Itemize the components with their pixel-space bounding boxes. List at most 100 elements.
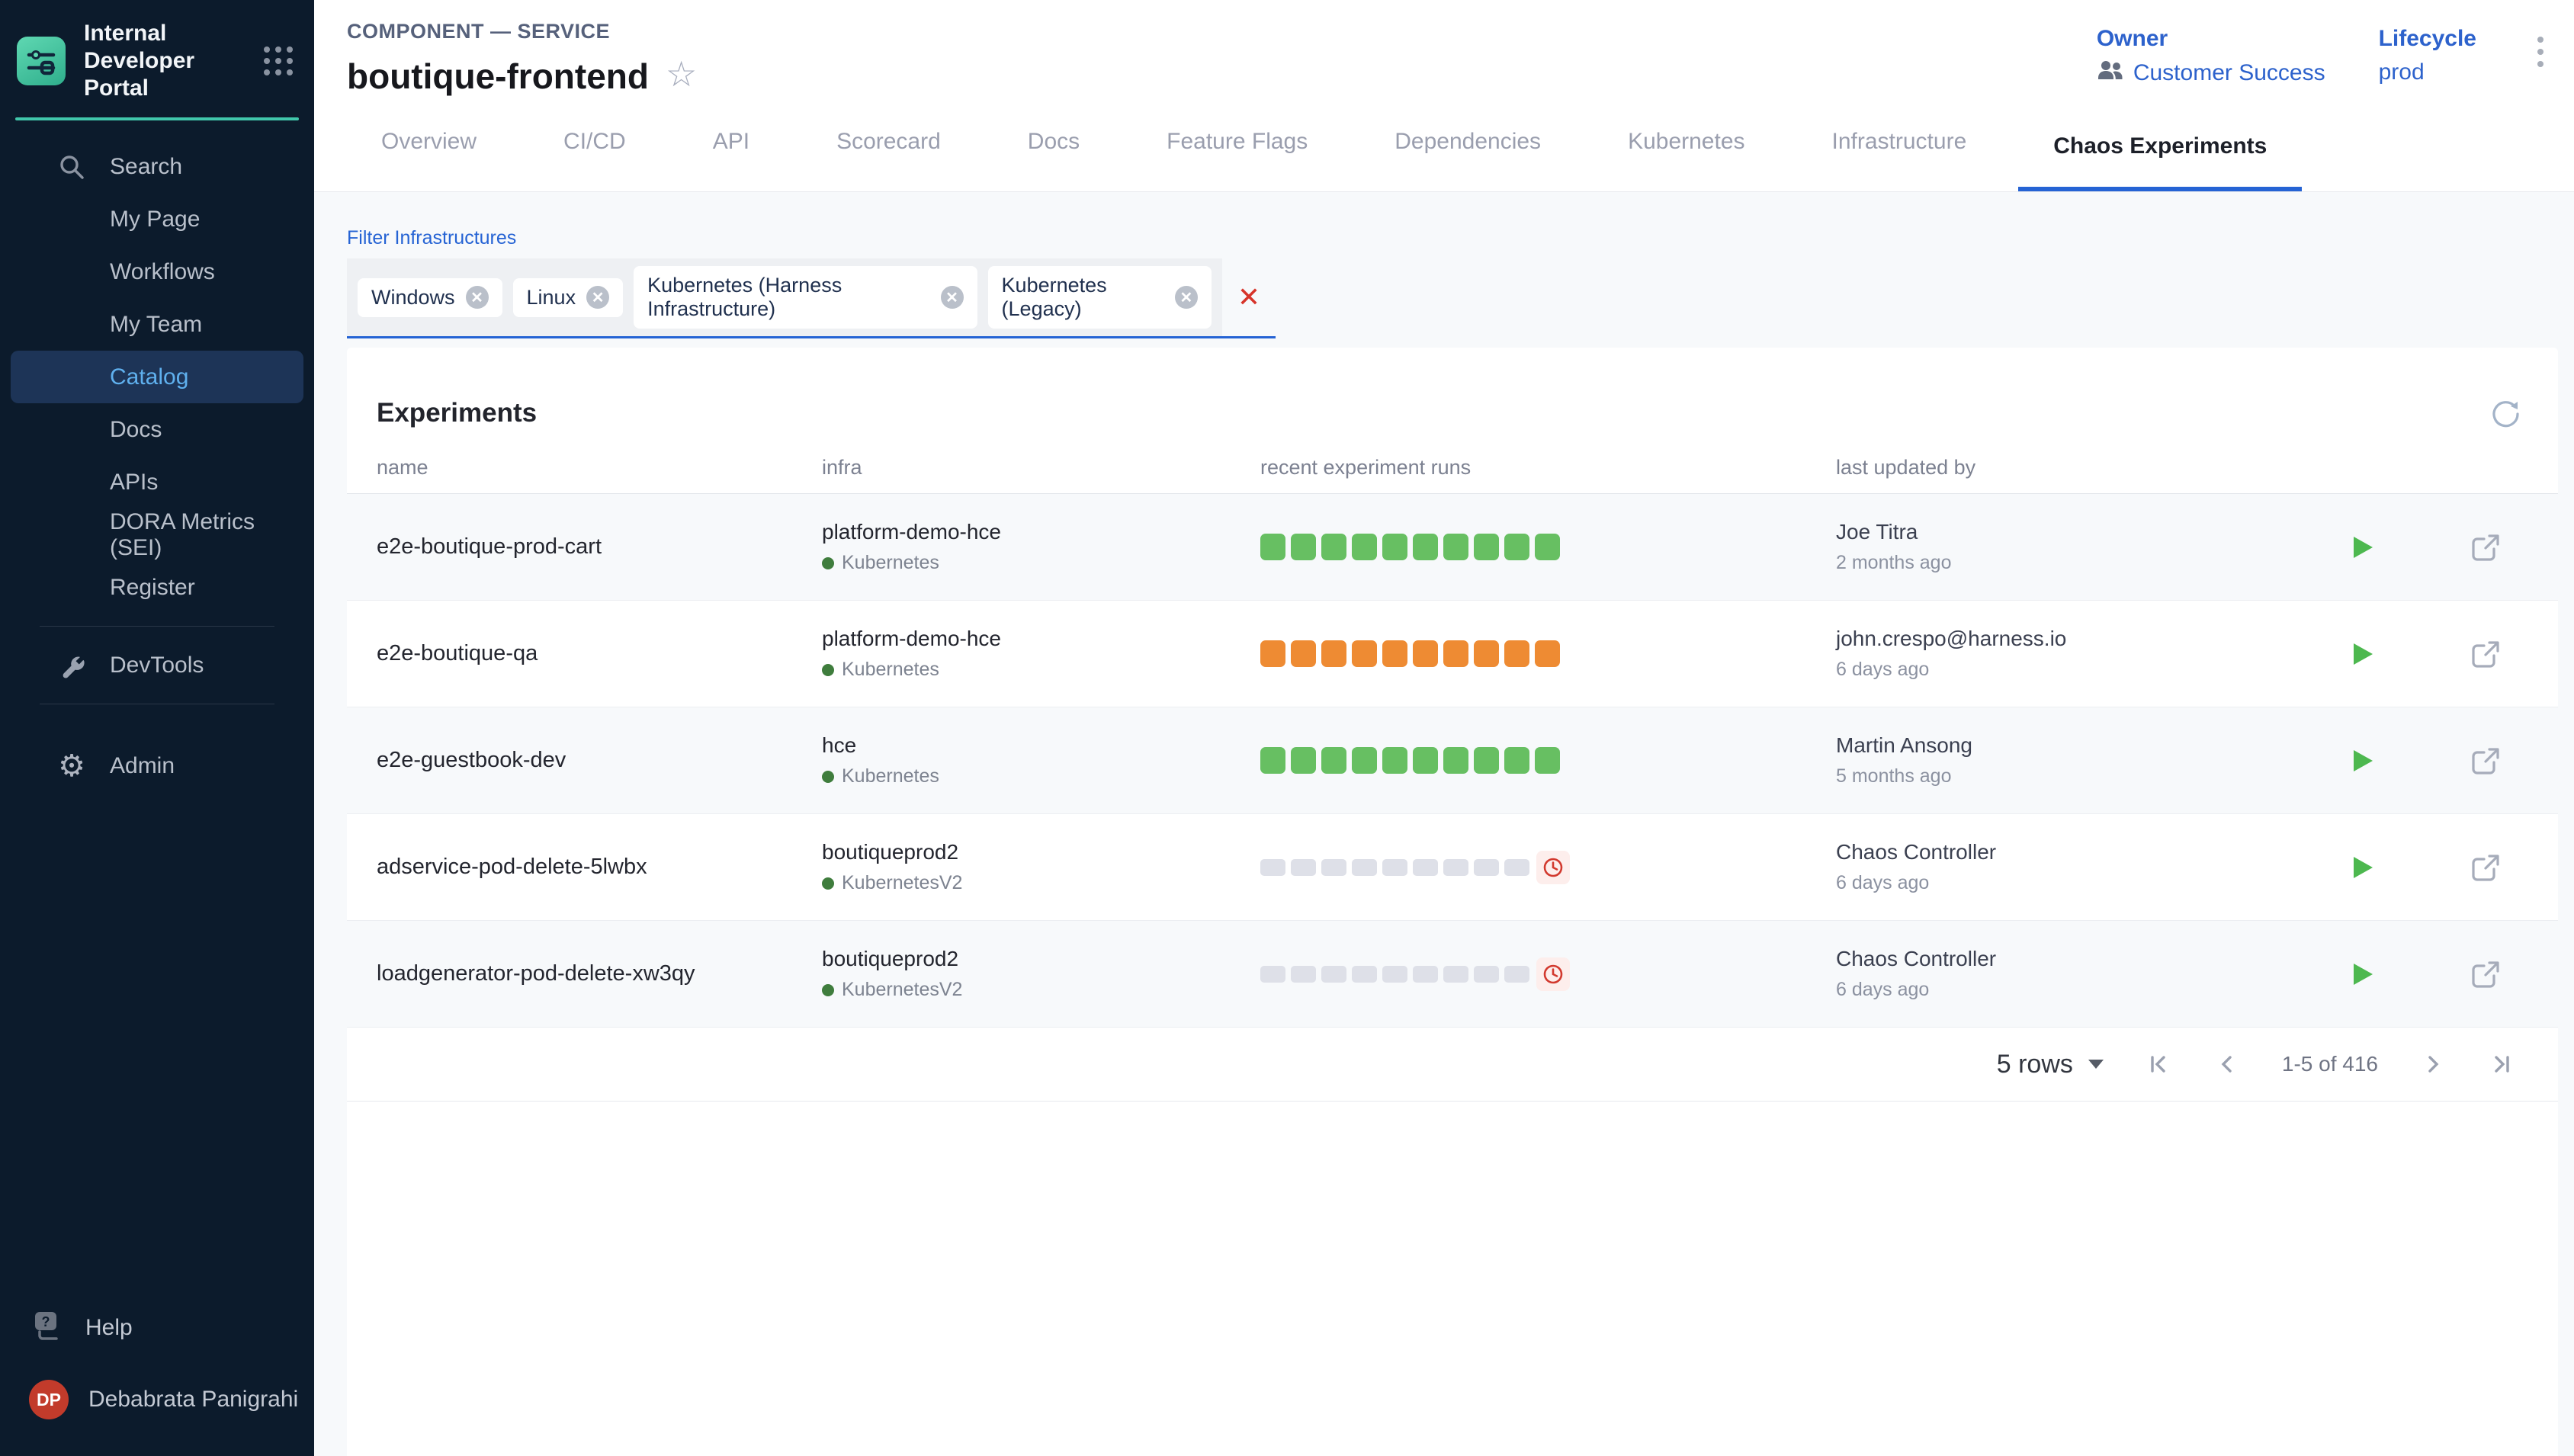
open-in-new-button[interactable]: [2462, 630, 2509, 678]
updated-by-name: Martin Ansong: [1836, 733, 2329, 758]
sidebar-item-register[interactable]: Register: [11, 561, 303, 614]
run-square-success: [1260, 747, 1285, 774]
favorite-star-icon[interactable]: ☆: [666, 56, 697, 91]
remove-chip-icon[interactable]: ✕: [1175, 286, 1198, 309]
kebab-menu-icon[interactable]: [2530, 26, 2551, 78]
run-experiment-button[interactable]: [2341, 527, 2383, 568]
owner-value: Customer Success: [2133, 60, 2325, 86]
breadcrumb: COMPONENT — SERVICE: [347, 20, 697, 43]
run-square-scheduled: [1382, 966, 1407, 983]
recent-runs-bar[interactable]: [1260, 957, 1836, 991]
filter-chip-label: Kubernetes (Harness Infrastructure): [647, 274, 929, 321]
tab-feature-flags[interactable]: Feature Flags: [1131, 129, 1343, 191]
sidebar-item-label: Catalog: [110, 364, 188, 390]
filter-chipbar: Windows✕Linux✕Kubernetes (Harness Infras…: [347, 258, 1222, 336]
sidebar-item-search[interactable]: Search: [11, 140, 303, 193]
run-square-scheduled: [1260, 966, 1285, 983]
gear-icon: ⚙: [55, 751, 88, 781]
run-experiment-button[interactable]: [2341, 633, 2383, 675]
scheduled-clock-icon: [1536, 957, 1570, 991]
tab-chaos-experiments[interactable]: Chaos Experiments: [2018, 133, 2302, 191]
sidebar-item-my-team[interactable]: My Team: [11, 298, 303, 351]
run-experiment-button[interactable]: [2341, 847, 2383, 888]
sidebar-item-dora-metrics-sei-[interactable]: DORA Metrics (SEI): [11, 508, 303, 561]
run-experiment-button[interactable]: [2341, 954, 2383, 995]
owner-block: Owner Customer Success: [2097, 26, 2325, 87]
sidebar-item-workflows[interactable]: Workflows: [11, 245, 303, 298]
runs-cell: [1260, 640, 1836, 667]
run-square-failure: [1291, 640, 1316, 667]
last-page-button[interactable]: [2483, 1046, 2520, 1082]
tab-scorecard[interactable]: Scorecard: [801, 129, 976, 191]
sidebar-item-docs[interactable]: Docs: [11, 403, 303, 456]
open-in-new-button[interactable]: [2462, 524, 2509, 571]
sidebar: Internal Developer Portal SearchMy PageW…: [0, 0, 314, 1456]
run-square-success: [1260, 534, 1285, 560]
tab-infrastructure[interactable]: Infrastructure: [1797, 129, 2002, 191]
filter-input[interactable]: Windows✕Linux✕Kubernetes (Harness Infras…: [347, 258, 1276, 338]
tabs-bar: Overview CI/CD API Scorecard Docs Feature Fla…: [314, 114, 2574, 192]
sidebar-item-apis[interactable]: APIs: [11, 456, 303, 508]
remove-chip-icon[interactable]: ✕: [941, 286, 964, 309]
open-in-new-button[interactable]: [2462, 737, 2509, 784]
updated-by-name: Joe Titra: [1836, 520, 2329, 544]
filter-chip[interactable]: Kubernetes (Harness Infrastructure) ✕: [634, 266, 977, 329]
updated-at: 6 days ago: [1836, 979, 2329, 1001]
filter-infrastructures-link[interactable]: Filter Infrastructures: [347, 227, 516, 249]
remove-chip-icon[interactable]: ✕: [586, 286, 609, 309]
open-in-new-button[interactable]: [2462, 844, 2509, 891]
apps-grid-icon[interactable]: [264, 47, 293, 75]
tab-kubernetes[interactable]: Kubernetes: [1593, 129, 1780, 191]
owner-link[interactable]: Customer Success: [2097, 59, 2325, 87]
recent-runs-bar[interactable]: [1260, 534, 1836, 560]
sidebar-item-my-page[interactable]: My Page: [11, 193, 303, 245]
experiment-name: e2e-boutique-qa: [377, 641, 822, 666]
experiment-name: adservice-pod-delete-5lwbx: [377, 855, 822, 880]
status-dot-icon: [822, 664, 834, 676]
open-in-new-button[interactable]: [2462, 951, 2509, 998]
remove-chip-icon[interactable]: ✕: [466, 286, 489, 309]
tab-api[interactable]: API: [678, 129, 785, 191]
run-square-scheduled: [1321, 966, 1346, 983]
page-header: COMPONENT — SERVICE boutique-frontend ☆ …: [314, 0, 2574, 114]
sidebar-item-devtools[interactable]: DevTools: [11, 639, 303, 691]
tab-docs[interactable]: Docs: [993, 129, 1115, 191]
sidebar-item-admin[interactable]: ⚙ Admin: [11, 739, 303, 792]
svg-text:?: ?: [42, 1314, 50, 1329]
previous-page-button[interactable]: [2209, 1046, 2245, 1082]
filter-chip[interactable]: Windows✕: [358, 278, 502, 317]
run-square-failure: [1413, 640, 1438, 667]
tab-dependencies[interactable]: Dependencies: [1359, 129, 1576, 191]
user-name: Debabrata Panigrahi: [88, 1387, 298, 1413]
run-square-scheduled: [1474, 966, 1499, 983]
rows-per-page-select[interactable]: 5 rows: [1997, 1050, 2104, 1079]
clear-filters-icon[interactable]: ✕: [1222, 284, 1276, 311]
sidebar-item-catalog[interactable]: Catalog: [11, 351, 303, 403]
recent-runs-bar[interactable]: [1260, 640, 1836, 667]
run-square-scheduled: [1504, 966, 1529, 983]
recent-runs-bar[interactable]: [1260, 747, 1836, 774]
pagination-bar: 5 rows 1-5 of 416: [347, 1028, 2558, 1102]
run-square-scheduled: [1291, 966, 1316, 983]
status-dot-icon: [822, 771, 834, 783]
help-button[interactable]: ? Help: [0, 1291, 314, 1365]
run-square-success: [1474, 747, 1499, 774]
wrench-icon: [55, 651, 88, 680]
sidebar-menu: SearchMy Page Workflows My Team Catalog Docs…: [0, 140, 314, 614]
tab-ci-cd[interactable]: CI/CD: [528, 129, 661, 191]
filter-chip[interactable]: Linux ✕: [513, 278, 624, 317]
run-experiment-button[interactable]: [2341, 740, 2383, 781]
run-square-success: [1443, 534, 1468, 560]
updated-by-cell: john.crespo@harness.io6 days ago: [1836, 627, 2329, 681]
lifecycle-value: prod: [2379, 59, 2476, 85]
refresh-icon[interactable]: [2488, 396, 2523, 431]
recent-runs-bar[interactable]: [1260, 851, 1836, 884]
user-menu[interactable]: DP Debabrata Panigrahi: [0, 1365, 314, 1435]
filter-chip-label: Linux: [527, 286, 576, 309]
next-page-button[interactable]: [2415, 1046, 2451, 1082]
filter-chip[interactable]: Kubernetes (Legacy)✕: [988, 266, 1212, 329]
sidebar-item-label: Workflows: [110, 259, 215, 285]
table-body: e2e-boutique-prod-cartplatform-demo-hceK…: [347, 494, 2558, 1028]
first-page-button[interactable]: [2140, 1046, 2177, 1082]
tab-overview[interactable]: Overview: [346, 129, 512, 191]
